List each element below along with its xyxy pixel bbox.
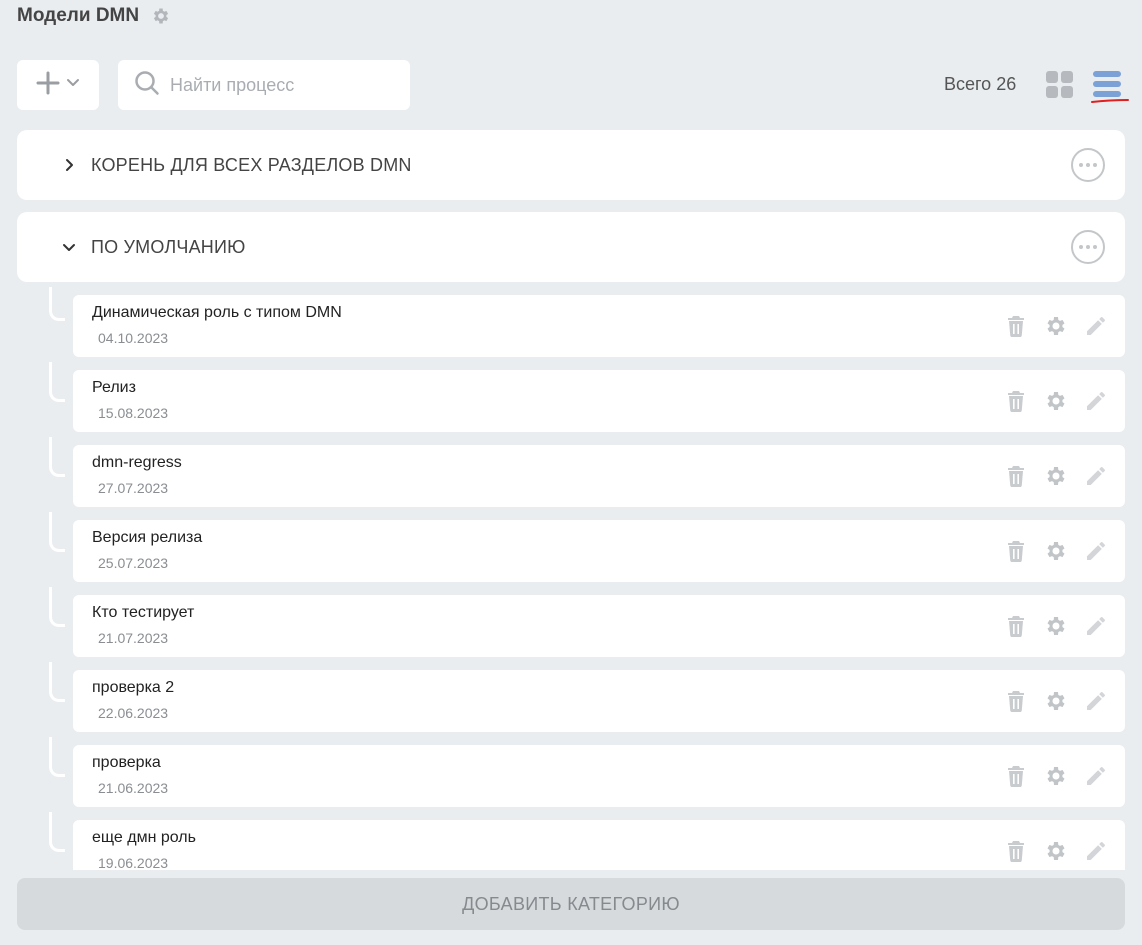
model-date: 15.08.2023 bbox=[98, 405, 169, 421]
model-date: 19.06.2023 bbox=[98, 855, 169, 870]
pencil-icon[interactable] bbox=[1083, 838, 1109, 864]
model-date: 21.06.2023 bbox=[98, 780, 169, 796]
trash-icon[interactable] bbox=[1003, 313, 1029, 339]
gear-icon[interactable] bbox=[1043, 463, 1069, 489]
category-root[interactable]: КОРЕНЬ ДЛЯ ВСЕХ РАЗДЕЛОВ DMN bbox=[17, 130, 1125, 200]
row-actions bbox=[1003, 463, 1109, 489]
tree-connector bbox=[49, 437, 65, 477]
model-date: 27.07.2023 bbox=[98, 480, 169, 496]
total-count: Всего 26 bbox=[944, 74, 1017, 94]
model-name[interactable]: Версия релиза bbox=[92, 529, 202, 547]
category-default[interactable]: ПО УМОЛЧАНИЮ bbox=[17, 212, 1125, 282]
row-actions bbox=[1003, 763, 1109, 789]
tree-connector bbox=[49, 587, 65, 627]
pencil-icon[interactable] bbox=[1083, 388, 1109, 414]
chevron-right-icon[interactable] bbox=[61, 157, 77, 173]
gear-icon[interactable] bbox=[1043, 388, 1069, 414]
model-date: 25.07.2023 bbox=[98, 555, 169, 571]
tree-connector bbox=[49, 812, 65, 852]
category-title: КОРЕНЬ ДЛЯ ВСЕХ РАЗДЕЛОВ DMN bbox=[91, 154, 412, 175]
list-item[interactable]: Версия релиза 25.07.2023 bbox=[73, 520, 1125, 582]
trash-icon[interactable] bbox=[1003, 463, 1029, 489]
model-date: 22.06.2023 bbox=[98, 705, 169, 721]
row-actions bbox=[1003, 313, 1109, 339]
row-actions bbox=[1003, 613, 1109, 639]
chevron-down-icon[interactable] bbox=[61, 239, 77, 255]
gear-icon[interactable] bbox=[1043, 763, 1069, 789]
trash-icon[interactable] bbox=[1003, 838, 1029, 864]
grid-view-icon[interactable] bbox=[1046, 71, 1073, 98]
pencil-icon[interactable] bbox=[1083, 538, 1109, 564]
category-title: ПО УМОЛЧАНИЮ bbox=[91, 236, 246, 257]
model-name[interactable]: Динамическая роль с типом DMN bbox=[92, 304, 342, 322]
pencil-icon[interactable] bbox=[1083, 688, 1109, 714]
row-actions bbox=[1003, 838, 1109, 864]
search-box[interactable] bbox=[118, 60, 410, 110]
gear-icon[interactable] bbox=[1043, 613, 1069, 639]
gear-icon[interactable] bbox=[1043, 313, 1069, 339]
tree-connector bbox=[49, 662, 65, 702]
model-list[interactable]: Динамическая роль с типом DMN 04.10.2023 Р… bbox=[0, 282, 1142, 870]
more-options-icon[interactable] bbox=[1071, 148, 1105, 182]
gear-icon[interactable] bbox=[1043, 838, 1069, 864]
list-item[interactable]: dmn-regress 27.07.2023 bbox=[73, 445, 1125, 507]
add-category-button[interactable]: ДОБАВИТЬ КАТЕГОРИЮ bbox=[17, 878, 1125, 930]
pencil-icon[interactable] bbox=[1083, 763, 1109, 789]
page-title: Модели DMN bbox=[17, 5, 140, 26]
model-name[interactable]: еще дмн роль bbox=[92, 829, 196, 847]
more-options-icon[interactable] bbox=[1071, 230, 1105, 264]
plus-icon bbox=[36, 71, 60, 100]
chevron-down-icon bbox=[66, 76, 80, 95]
model-date: 04.10.2023 bbox=[98, 330, 169, 346]
page-header: Модели DMN bbox=[17, 5, 171, 27]
trash-icon[interactable] bbox=[1003, 688, 1029, 714]
model-name[interactable]: Релиз bbox=[92, 379, 136, 397]
tree-connector bbox=[49, 362, 65, 402]
gear-icon[interactable] bbox=[151, 6, 171, 26]
row-actions bbox=[1003, 388, 1109, 414]
trash-icon[interactable] bbox=[1003, 763, 1029, 789]
row-actions bbox=[1003, 538, 1109, 564]
add-button[interactable] bbox=[17, 60, 99, 110]
tree-connector bbox=[49, 512, 65, 552]
model-name[interactable]: Кто тестирует bbox=[92, 604, 194, 622]
row-actions bbox=[1003, 688, 1109, 714]
model-date: 21.07.2023 bbox=[98, 630, 169, 646]
list-item[interactable]: еще дмн роль 19.06.2023 bbox=[73, 820, 1125, 870]
gear-icon[interactable] bbox=[1043, 538, 1069, 564]
tree-connector bbox=[49, 737, 65, 777]
list-item[interactable]: проверка 21.06.2023 bbox=[73, 745, 1125, 807]
trash-icon[interactable] bbox=[1003, 613, 1029, 639]
trash-icon[interactable] bbox=[1003, 388, 1029, 414]
annotation-underline bbox=[1091, 99, 1129, 103]
list-view-icon[interactable] bbox=[1093, 71, 1121, 99]
model-name[interactable]: dmn-regress bbox=[92, 454, 182, 472]
gear-icon[interactable] bbox=[1043, 688, 1069, 714]
search-icon bbox=[134, 70, 160, 101]
model-name[interactable]: проверка 2 bbox=[92, 679, 174, 697]
list-item[interactable]: Динамическая роль с типом DMN 04.10.2023 bbox=[73, 295, 1125, 357]
list-item[interactable]: Кто тестирует 21.07.2023 bbox=[73, 595, 1125, 657]
list-item[interactable]: проверка 2 22.06.2023 bbox=[73, 670, 1125, 732]
pencil-icon[interactable] bbox=[1083, 463, 1109, 489]
pencil-icon[interactable] bbox=[1083, 313, 1109, 339]
list-item[interactable]: Релиз 15.08.2023 bbox=[73, 370, 1125, 432]
search-input[interactable] bbox=[170, 74, 400, 96]
tree-connector bbox=[49, 287, 65, 321]
pencil-icon[interactable] bbox=[1083, 613, 1109, 639]
model-name[interactable]: проверка bbox=[92, 754, 161, 772]
trash-icon[interactable] bbox=[1003, 538, 1029, 564]
